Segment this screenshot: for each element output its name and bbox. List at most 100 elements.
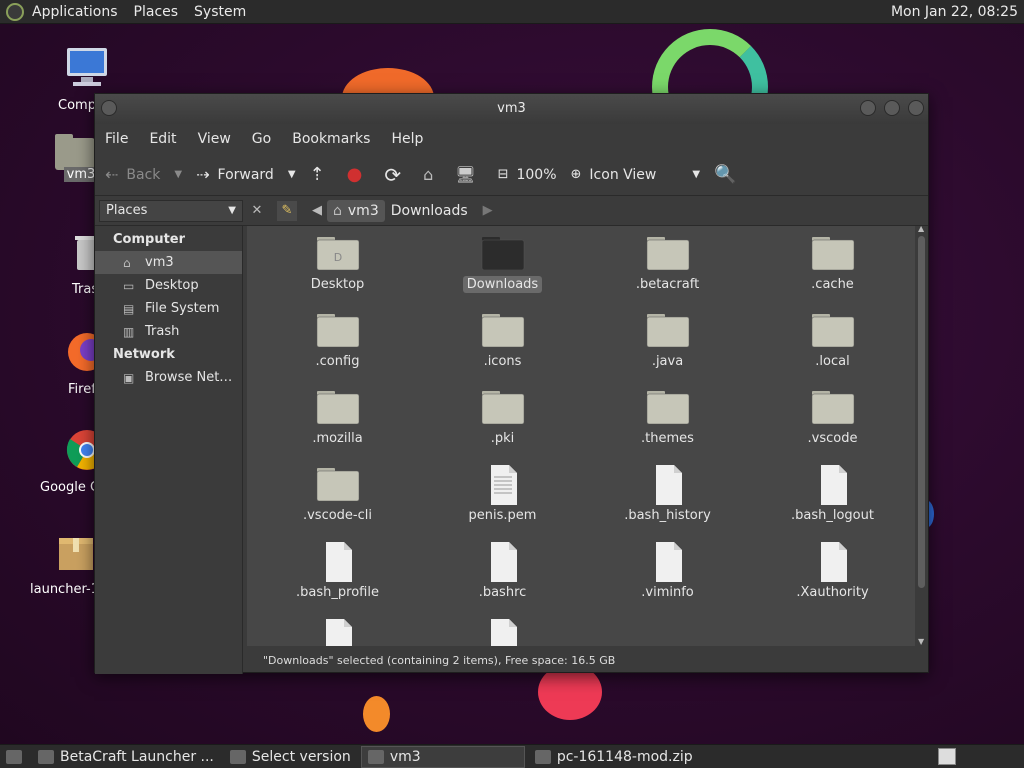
sidebar-item-desktop[interactable]: ▭ Desktop	[95, 274, 242, 297]
task-zip[interactable]: pc-161148-mod.zip	[529, 746, 699, 768]
file-item[interactable]: .icons	[420, 311, 585, 388]
file-item[interactable]: .vscode-cli	[255, 465, 420, 542]
file-item[interactable]: .config	[255, 311, 420, 388]
file-item[interactable]: .local	[750, 311, 915, 388]
svg-text:D: D	[333, 251, 341, 264]
menu-applications[interactable]: Applications	[24, 4, 126, 20]
file-item[interactable]: D Desktop	[255, 234, 420, 311]
file-name: .themes	[641, 431, 694, 446]
minimize-button[interactable]	[860, 100, 876, 116]
folder-icon	[646, 388, 690, 425]
show-desktop-button[interactable]	[0, 746, 28, 768]
task-vm3[interactable]: vm3	[360, 745, 525, 768]
sidebar-header-network: Network	[113, 347, 175, 362]
file-item[interactable]: .pki	[420, 388, 585, 465]
folder-icon	[646, 311, 690, 348]
sidebar-item-trash[interactable]: ▥ Trash	[95, 320, 242, 343]
file-item[interactable]	[255, 619, 420, 646]
scrollbar[interactable]: ▲ ▼	[915, 224, 928, 646]
sidebar-item-file-system[interactable]: ▤ File System	[95, 297, 242, 320]
close-button[interactable]	[908, 100, 924, 116]
back-button[interactable]: ⇠ Back ▼	[105, 165, 182, 184]
folder-icon	[811, 388, 855, 425]
search-icon: 🔍	[714, 164, 737, 185]
sidebar-item-vm3[interactable]: ⌂ vm3	[95, 251, 242, 274]
menu-edit[interactable]: Edit	[149, 131, 176, 147]
menu-help[interactable]: Help	[391, 131, 423, 147]
task-betacraft[interactable]: BetaCraft Launcher ...	[32, 746, 220, 768]
up-button[interactable]: ⇡	[310, 164, 333, 185]
location-bar: Places ▼ ✕ ✎ ◀ ⌂ vm3 Downloads ▶	[95, 196, 928, 226]
home-icon: ⌂	[423, 165, 434, 184]
chevron-down-icon[interactable]: ▼	[288, 169, 296, 180]
computer-button[interactable]: 🖥	[455, 165, 483, 184]
forward-button[interactable]: ⇢ Forward ▼	[196, 165, 295, 184]
reload-button[interactable]: ⟳	[384, 163, 409, 187]
file-name: .bash_history	[624, 508, 711, 523]
taskbar: BetaCraft Launcher ... Select version vm…	[0, 744, 1024, 768]
chevron-down-icon[interactable]: ▼	[174, 169, 182, 180]
sidebar-item-browse-network[interactable]: ▣ Browse Net…	[95, 366, 242, 389]
crumb-vm3[interactable]: ⌂ vm3	[327, 199, 385, 222]
menu-file[interactable]: File	[105, 131, 128, 147]
stop-button[interactable]: ●	[347, 164, 371, 185]
menu-system[interactable]: System	[186, 4, 254, 20]
scrollbar-thumb[interactable]	[918, 236, 925, 588]
file-item[interactable]: penis.pem	[420, 465, 585, 542]
file-item[interactable]: Downloads	[420, 234, 585, 311]
file-item[interactable]: .java	[585, 311, 750, 388]
crumb-downloads[interactable]: Downloads	[385, 200, 474, 222]
folder-icon	[481, 388, 525, 425]
file-item[interactable]: .themes	[585, 388, 750, 465]
file-item[interactable]: .vscode	[750, 388, 915, 465]
task-select-version[interactable]: Select version	[224, 746, 357, 768]
file-item[interactable]: .mozilla	[255, 388, 420, 465]
zoom-out-button[interactable]: ⊟ 100%	[498, 167, 557, 183]
file-item[interactable]	[420, 619, 585, 646]
edit-location-icon[interactable]: ✎	[277, 200, 297, 221]
zoom-in-icon: ⊕	[570, 167, 582, 182]
folder-icon	[316, 388, 360, 425]
archive-icon	[534, 749, 551, 764]
file-item[interactable]: .cache	[750, 234, 915, 311]
search-button[interactable]: 🔍	[714, 164, 744, 185]
places-label: Places	[106, 203, 148, 218]
file-item[interactable]: .bashrc	[420, 542, 585, 619]
close-sidebar-icon[interactable]: ✕	[247, 201, 267, 221]
crumb-right-arrow-icon[interactable]: ▶	[478, 201, 498, 221]
file-item[interactable]: .betacraft	[585, 234, 750, 311]
file-name: .bash_profile	[296, 585, 379, 600]
workspace-switcher[interactable]	[938, 748, 956, 765]
sidebar-type-select[interactable]: Places ▼	[99, 199, 243, 222]
clock[interactable]: Mon Jan 22, 08:25	[891, 4, 1024, 20]
desktop-icon: ▭	[123, 278, 135, 293]
file-icon	[481, 619, 525, 646]
zoom-level: 100%	[516, 166, 557, 183]
view-mode-select[interactable]: ⊕ Icon View ▼	[571, 167, 701, 183]
file-name: Downloads	[462, 276, 543, 293]
file-icon-view[interactable]: D Desktop Downloads .betacraft .cache .config…	[247, 226, 915, 646]
forward-label: Forward	[217, 166, 274, 183]
window-menu-button[interactable]	[101, 100, 117, 116]
file-item[interactable]: .viminfo	[585, 542, 750, 619]
file-name: .vscode	[807, 431, 858, 446]
scroll-down-icon[interactable]: ▼	[918, 637, 924, 646]
file-item[interactable]: .Xauthority	[750, 542, 915, 619]
window-titlebar[interactable]: vm3	[95, 94, 928, 124]
distro-logo-icon[interactable]	[6, 2, 24, 21]
folder-icon	[811, 311, 855, 348]
folder-icon	[646, 234, 690, 271]
menu-view[interactable]: View	[198, 131, 231, 147]
menu-go[interactable]: Go	[252, 131, 271, 147]
file-item[interactable]: .bash_profile	[255, 542, 420, 619]
menu-places[interactable]: Places	[126, 4, 187, 20]
up-arrow-icon: ⇡	[309, 164, 325, 185]
maximize-button[interactable]	[884, 100, 900, 116]
scroll-up-icon[interactable]: ▲	[918, 224, 924, 233]
folder-icon	[811, 234, 855, 271]
file-item[interactable]: .bash_history	[585, 465, 750, 542]
crumb-left-arrow-icon[interactable]: ◀	[307, 201, 327, 221]
menu-bookmarks[interactable]: Bookmarks	[292, 131, 370, 147]
home-button[interactable]: ⌂	[423, 165, 441, 184]
file-item[interactable]: .bash_logout	[750, 465, 915, 542]
